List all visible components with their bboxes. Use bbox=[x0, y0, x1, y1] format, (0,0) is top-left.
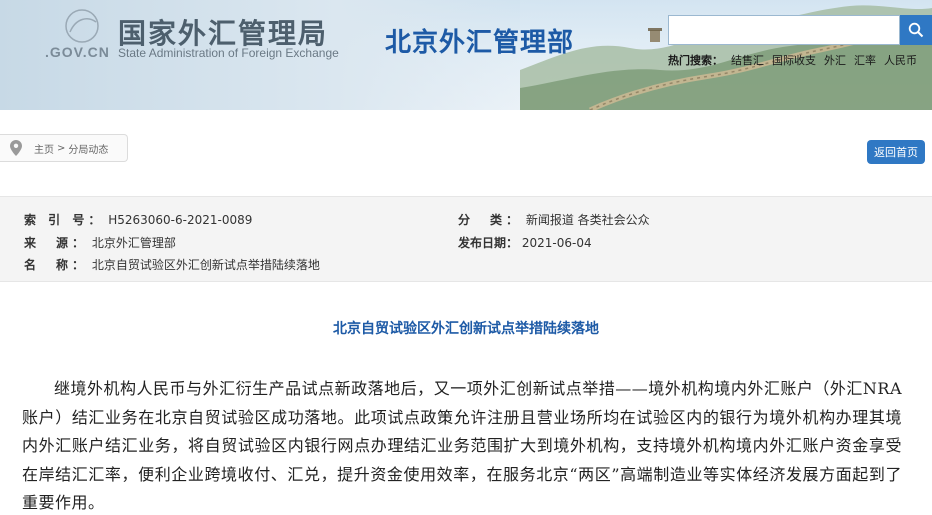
meta-category-row: 分 类： 新闻报道 各类社会公众 bbox=[458, 211, 650, 228]
breadcrumb-current[interactable]: 分局动态 bbox=[68, 141, 108, 156]
search-input[interactable] bbox=[668, 15, 900, 45]
search-icon bbox=[908, 22, 924, 38]
article-meta-box: 索 引 号： H5263060-6-2021-0089 分 类： 新闻报道 各类… bbox=[0, 196, 932, 282]
meta-date-row: 发布日期： 2021-06-04 bbox=[458, 234, 592, 251]
hot-link-waihui[interactable]: 外汇 bbox=[824, 52, 846, 68]
meta-category-label: 分 类： bbox=[458, 213, 523, 227]
dept-title: 北京外汇管理部 bbox=[385, 28, 575, 58]
meta-category-value: 新闻报道 各类社会公众 bbox=[525, 213, 650, 227]
org-domain: .GOV.CN bbox=[45, 44, 110, 60]
article-paragraph: 继境外机构人民币与外汇衍生产品试点新政落地后，又一项外汇创新试点举措——境外机构… bbox=[22, 379, 902, 512]
breadcrumb-home[interactable]: 主页 bbox=[34, 141, 54, 156]
location-pin-icon bbox=[10, 140, 22, 156]
hot-link-jieshouhui[interactable]: 结售汇 bbox=[731, 52, 764, 68]
meta-date-value: 2021-06-04 bbox=[521, 236, 592, 250]
meta-source-row: 来 源： 北京外汇管理部 bbox=[24, 234, 176, 251]
header-banner: 国家外汇管理局 .GOV.CN State Administration of … bbox=[0, 0, 932, 110]
meta-name-value: 北京自贸试验区外汇创新试点举措陆续落地 bbox=[91, 258, 320, 272]
hot-search-row: 热门搜索： 结售汇 国际收支 外汇 汇率 人民币 bbox=[668, 52, 917, 68]
meta-source-value: 北京外汇管理部 bbox=[91, 236, 176, 250]
org-name-en: State Administration of Foreign Exchange bbox=[118, 46, 339, 60]
meta-index-value: H5263060-6-2021-0089 bbox=[108, 213, 253, 227]
meta-name-row: 名 称： 北京自贸试验区外汇创新试点举措陆续落地 bbox=[24, 256, 320, 273]
back-home-button[interactable]: 返回首页 bbox=[867, 140, 925, 164]
safe-logo-emblem bbox=[65, 9, 99, 43]
hot-link-huilv[interactable]: 汇率 bbox=[854, 52, 876, 68]
article-title: 北京自贸试验区外汇创新试点举措陆续落地 bbox=[333, 321, 599, 337]
meta-index-label: 索 引 号： bbox=[24, 213, 105, 227]
meta-name-label: 名 称： bbox=[24, 258, 89, 272]
hot-link-renminbi[interactable]: 人民币 bbox=[884, 52, 917, 68]
hot-link-guojishouzhi[interactable]: 国际收支 bbox=[772, 52, 816, 68]
breadcrumb: 主页 > 分局动态 bbox=[0, 134, 128, 162]
search-button[interactable] bbox=[900, 15, 932, 45]
meta-date-label: 发布日期： bbox=[458, 236, 519, 250]
meta-index-row: 索 引 号： H5263060-6-2021-0089 bbox=[24, 211, 252, 228]
hot-search-label: 热门搜索： bbox=[668, 54, 723, 67]
meta-source-label: 来 源： bbox=[24, 236, 89, 250]
breadcrumb-separator: > bbox=[57, 142, 66, 154]
